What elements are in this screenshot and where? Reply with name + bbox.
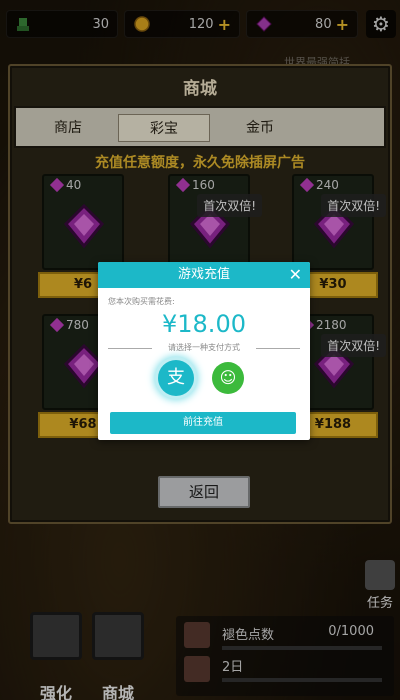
close-icon[interactable]: ✕	[289, 262, 302, 288]
payment-method-prompt: 请选择一种支付方式	[108, 342, 300, 353]
modal-hint: 您本次购买需花费:	[108, 297, 175, 306]
modal-title: 游戏充值	[98, 262, 310, 288]
payment-modal: 游戏充值 ✕ 您本次购买需花费: ¥18.00 请选择一种支付方式 支 ☺ 前往…	[98, 262, 310, 440]
wechat-pay-icon[interactable]: ☺	[212, 362, 244, 394]
payment-amount: ¥18.00	[162, 310, 246, 338]
proceed-payment-button[interactable]: 前往充值	[110, 412, 296, 434]
alipay-icon[interactable]: 支	[158, 360, 194, 396]
